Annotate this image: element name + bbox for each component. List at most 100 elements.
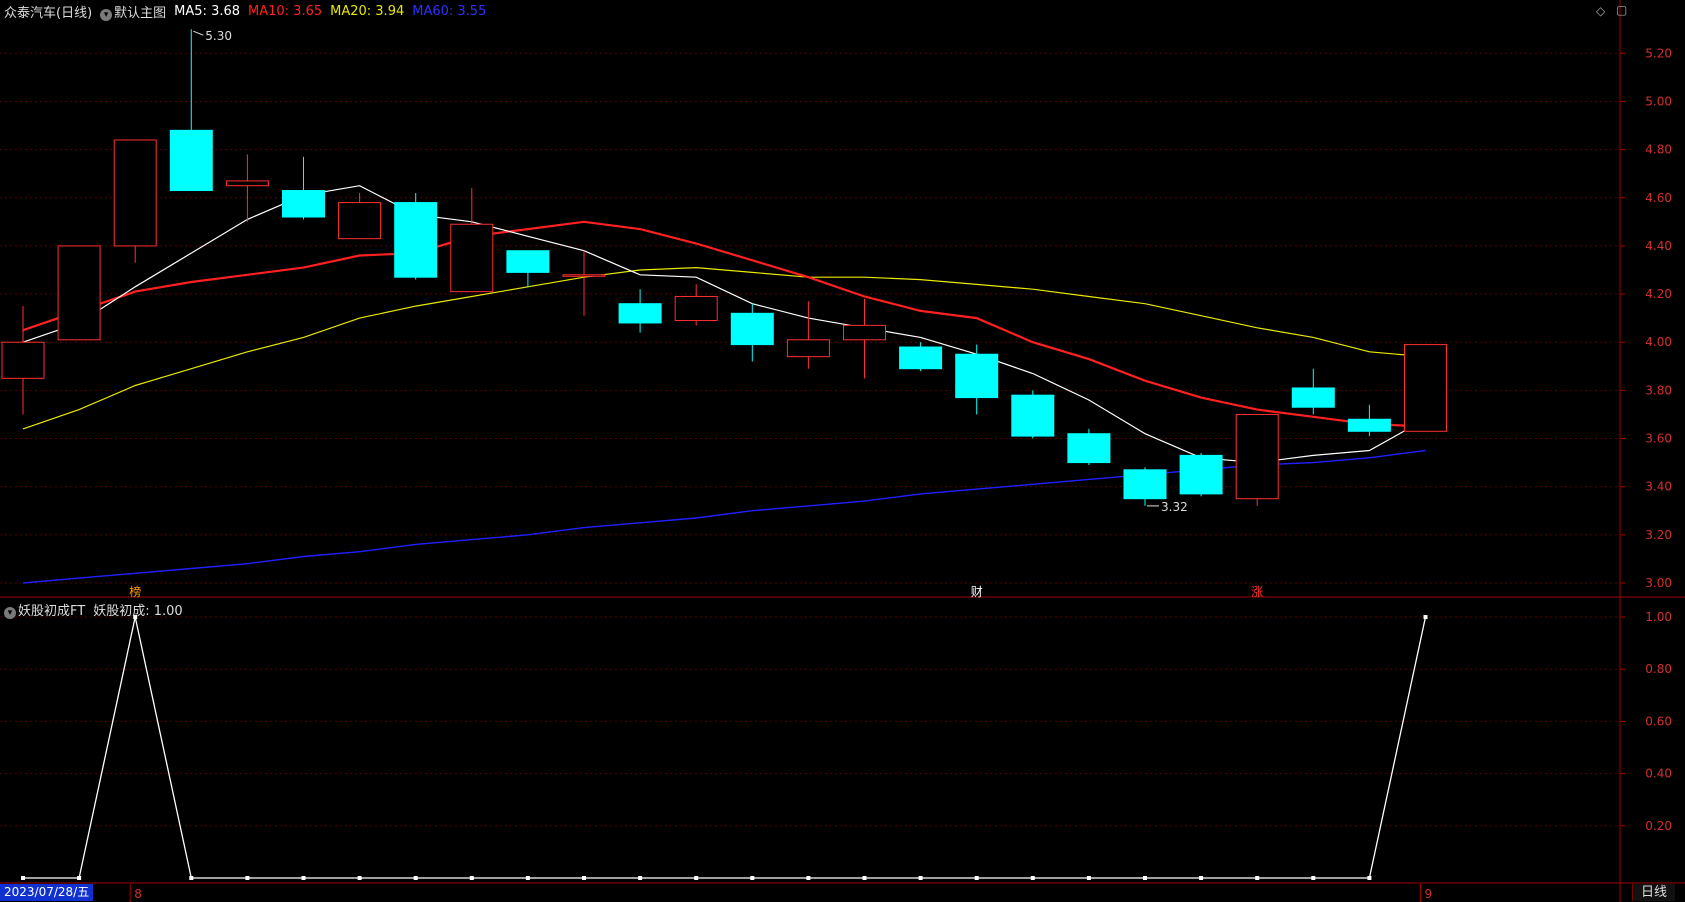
indicator-point [918,876,923,880]
chart-canvas[interactable]: 5.20 5.00 4.80 4.60 4.40 4.20 4.00 3.80 3.60 3.40… [0,0,1685,902]
candle-body-down [1011,394,1055,437]
event-marker: 榜 [129,584,141,599]
price-tick-label: 4.40 [1645,239,1672,253]
indicator-tick-label: 1.00 [1645,610,1672,624]
indicator-point [862,876,867,880]
high-price-label: 5.30 [205,29,232,43]
price-tick-label: 3.00 [1645,576,1672,590]
event-marker: 涨 [1251,584,1263,599]
indicator-point [1030,876,1035,880]
candle-body-up [786,339,830,358]
chart-window[interactable]: 5.20 5.00 4.80 4.60 4.40 4.20 4.00 3.80 3.60 3.40… [0,0,1685,902]
ma20-label: MA20: 3.94 [330,3,405,19]
price-tick-label: 4.80 [1645,143,1672,157]
candle-body-up [450,223,494,293]
event-marker: 财 [971,585,983,599]
indicator-tick-label: 0.60 [1645,714,1672,728]
date-readout: 2023/07/28/五 [0,884,94,901]
price-tick-label: 3.60 [1645,432,1672,446]
indicator-dropdown[interactable]: ▾ 妖股初成FT [4,600,85,619]
indicator-point [750,876,755,880]
candle-body-up [1235,413,1279,500]
main-chart-header: 众泰汽车(日线) ▾ 默认主图 MA5: 3.68 MA10: 3.65 MA20… [0,0,486,22]
indicator-value: 妖股初成: 1.00 [93,603,183,619]
indicator-tick-label: 0.40 [1645,767,1672,781]
candle-body-down [1179,454,1223,495]
indicator-point [245,876,250,880]
indicator-point [357,876,362,880]
maximize-icon[interactable]: ▢ [1616,3,1627,17]
ma5-label: MA5: 3.68 [174,3,241,19]
candle-body-up [225,180,269,187]
chevron-down-icon[interactable]: ▾ [4,606,16,619]
candle-body-up [338,202,382,240]
candle-body-up [674,295,718,322]
indicator-point [189,876,194,880]
month-label: 8 [134,887,142,901]
indicator-point [301,876,306,880]
price-tick-label: 4.20 [1645,287,1672,301]
indicator-point [77,876,82,880]
indicator-point [1311,876,1316,880]
price-tick-label: 5.20 [1645,46,1672,60]
template-name: 默认主图 [114,5,167,21]
period-button[interactable]: 日线 [1631,884,1675,901]
candle-body-down [1291,387,1335,408]
indicator-tick-label: 0.80 [1645,662,1672,676]
indicator-point [694,876,699,880]
candle-body-up [562,274,606,277]
indicator-point [974,876,979,880]
indicator-point [1199,876,1204,880]
candle-body-down [1067,433,1111,464]
indicator-line [23,616,1427,879]
indicator-point [1367,876,1372,880]
price-tick-label: 3.20 [1645,528,1672,542]
candle-body-down [955,353,999,399]
candle-body-down [730,312,774,346]
candle-body-down [1347,418,1391,432]
high-marker-arrow [193,30,204,36]
candle-body-down [1123,469,1167,500]
ma10-line [22,220,1426,428]
ma20-line [22,266,1426,430]
candle-body-up [113,139,157,247]
indicator-point [638,876,643,880]
candle-body-up [1404,344,1447,432]
candle-body-up [1,341,45,379]
candle-body-down [394,202,438,278]
indicator-name: 妖股初成FT [18,603,86,619]
stock-name[interactable]: 众泰汽车(日线) [4,2,92,21]
indicator-point [582,876,586,880]
candle-body-up [57,245,101,341]
low-price-label: 3.32 [1161,500,1188,514]
price-tick-label: 4.60 [1645,191,1672,205]
price-tick-label: 3.80 [1645,383,1672,397]
candle-body-down [618,303,662,324]
indicator-point [469,876,474,880]
diamond-icon[interactable]: ◇ [1596,4,1605,18]
chevron-down-icon[interactable]: ▾ [100,8,113,21]
indicator-tick-label: 0.20 [1645,819,1672,833]
ma60-label: MA60: 3.55 [412,3,487,19]
candle-body-down [506,250,550,273]
candle-body-up [843,324,886,341]
indicator-point [413,876,418,880]
candle-body-down [282,190,325,218]
candle-body-down [169,129,213,192]
candle-body-down [899,346,943,370]
ma10-label: MA10: 3.65 [248,3,323,19]
indicator-point [1423,615,1428,620]
price-tick-label: 5.00 [1645,94,1672,108]
indicator-point [525,876,530,880]
indicator-point [806,876,811,880]
month-label: 9 [1425,887,1433,901]
ma5-line [22,185,1426,464]
indicator-point [1086,876,1091,880]
template-dropdown[interactable]: ▾ 默认主图 [100,2,166,21]
indicator-point [21,876,25,880]
indicator-point [1255,876,1260,880]
indicator-header: ▾ 妖股初成FT 妖股初成: 1.00 [0,598,183,620]
price-tick-label: 3.40 [1645,480,1672,494]
indicator-point [1143,876,1147,880]
price-tick-label: 4.00 [1645,335,1672,349]
